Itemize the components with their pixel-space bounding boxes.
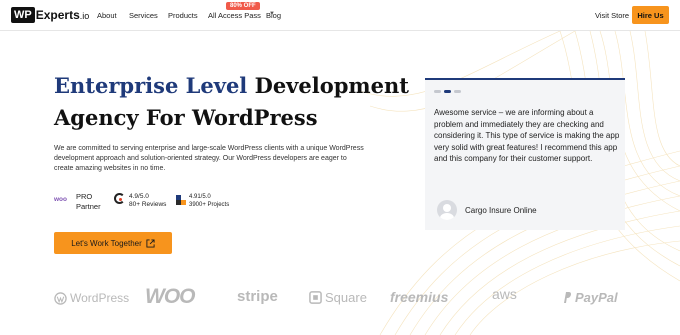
author-name: Cargo Insure Online [465, 205, 537, 215]
freemius-logo: freemius [390, 289, 449, 305]
cta-label: Let's Work Together [71, 238, 142, 248]
square-icon [309, 291, 322, 304]
external-link-icon [146, 238, 155, 248]
codeable-icon [176, 195, 186, 205]
paypal-logo: PayPal [562, 290, 618, 305]
hero-title: Enterprise Level Development Agency For … [54, 70, 414, 134]
carousel-dots [434, 90, 461, 93]
visit-store-link[interactable]: Visit Store [595, 11, 629, 20]
carousel-dot[interactable] [434, 90, 441, 93]
nav-all-access-pass[interactable]: All Access Pass [208, 11, 261, 20]
clutch-icon-dot [119, 198, 122, 201]
testimonial-card: Awesome service – we are informing about… [425, 78, 625, 230]
avatar-icon [437, 200, 457, 220]
logo-text: Experts.io [35, 8, 90, 22]
square-logo: Square [309, 290, 367, 305]
testimonial-quote: Awesome service – we are informing about… [434, 108, 620, 164]
woo-logo-client: WOO [145, 285, 195, 308]
woo-pro-partner: PRO Partner [76, 192, 101, 211]
nav-about[interactable]: About [97, 11, 117, 20]
discount-badge: 80% OFF [226, 2, 260, 10]
paypal-icon [564, 292, 571, 303]
carousel-dot-active[interactable] [444, 90, 451, 93]
lets-work-together-button[interactable]: Let's Work Together [54, 232, 172, 254]
woo-logo: woo [54, 196, 67, 203]
clutch-rating: 4.9/5.0 80+ Reviews [129, 193, 167, 208]
hero-title-line1-rest: Development [247, 73, 409, 98]
stripe-logo: stripe [237, 288, 278, 305]
aws-logo: aws [492, 286, 517, 302]
hero-description: We are committed to serving enterprise a… [54, 145, 364, 172]
codeable-rating: 4.91/5.0 3900+ Projects [189, 194, 230, 208]
chevron-down-icon: ▼ [269, 11, 275, 17]
site-header: WP Experts.io About Services Products Al… [0, 0, 680, 31]
wordpress-icon [54, 291, 67, 305]
testimonial-author: Cargo Insure Online [437, 200, 537, 220]
nav-services[interactable]: Services [129, 11, 158, 20]
client-logos: WordPress WOO stripe Square freemius aws… [0, 285, 680, 313]
nav-products[interactable]: Products [168, 11, 198, 20]
wordpress-logo: WordPress [54, 291, 129, 305]
hero-title-line2: Agency For WordPress [54, 105, 318, 130]
carousel-dot[interactable] [454, 90, 461, 93]
hire-us-button[interactable]: Hire Us [632, 6, 669, 24]
logo-mark: WP [11, 7, 35, 23]
site-logo[interactable]: WP Experts.io [11, 7, 89, 23]
hero-title-accent: Enterprise Level [54, 73, 248, 98]
